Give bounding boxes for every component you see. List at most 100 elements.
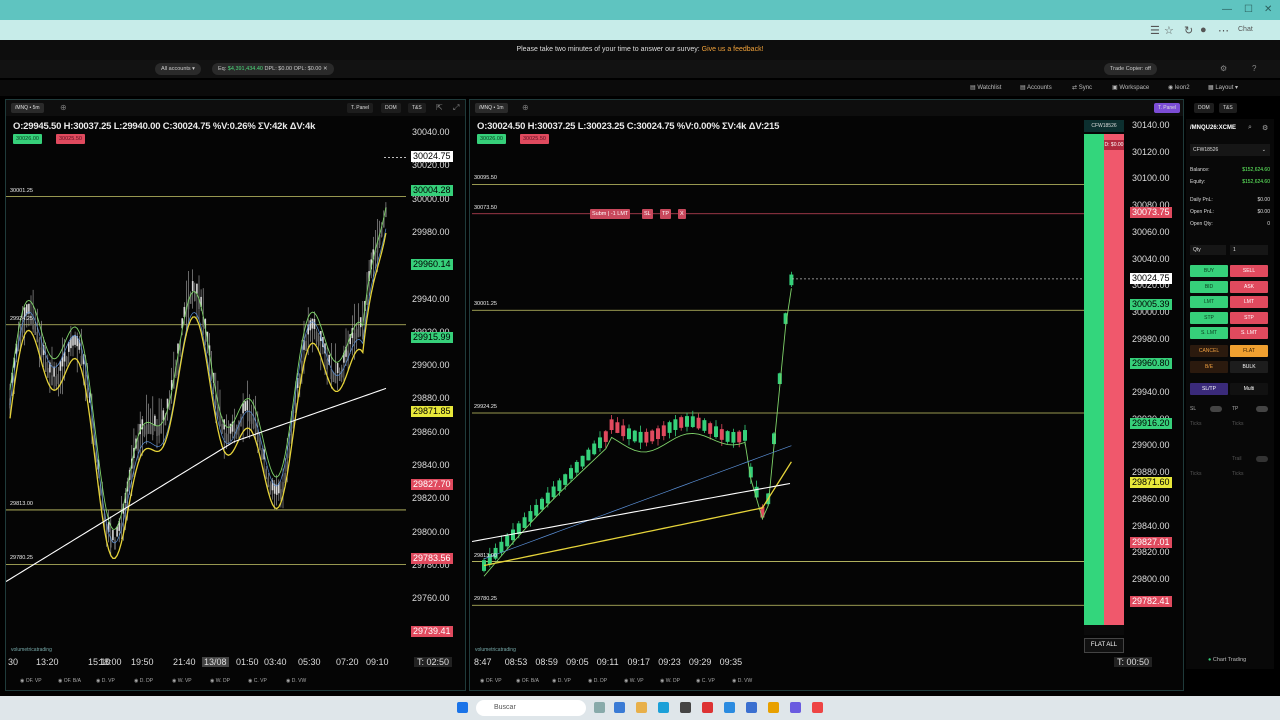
sl-toggle[interactable] bbox=[1210, 406, 1222, 412]
feedback-link[interactable]: Give us a feedback! bbox=[702, 46, 764, 53]
favorite-icon[interactable]: ☆ bbox=[1164, 24, 1174, 37]
buy-side-button[interactable]: LMT bbox=[1190, 296, 1228, 308]
study-toggle[interactable]: ◉ OF. B/A bbox=[58, 678, 81, 684]
expand-icon[interactable]: ⤢ bbox=[453, 103, 459, 113]
account-select[interactable]: CFW18526 ⌄ bbox=[1190, 144, 1270, 156]
layout-button[interactable]: ▦ Layout ▾ bbox=[1208, 84, 1238, 91]
refresh-icon[interactable]: ↻ bbox=[1184, 24, 1193, 37]
study-toggle[interactable]: ◉ W. DP bbox=[210, 678, 230, 684]
order-tag[interactable]: X bbox=[678, 208, 686, 219]
study-toggle[interactable]: ◉ D. VW bbox=[732, 678, 752, 684]
flat-button[interactable]: FLAT bbox=[1230, 345, 1268, 357]
buy-side-button[interactable]: S. LMT bbox=[1190, 327, 1228, 339]
left-ask-badge[interactable]: 30025.50 bbox=[56, 134, 85, 144]
sell-side-button[interactable]: LMT bbox=[1230, 296, 1268, 308]
gear-icon[interactable]: ⚙ bbox=[1262, 124, 1268, 132]
minimize-icon[interactable]: — bbox=[1222, 4, 1232, 15]
study-toggle[interactable]: ◉ W. VP bbox=[624, 678, 644, 684]
buy-side-button[interactable]: STP bbox=[1190, 311, 1228, 324]
cancel-button[interactable]: CANCEL bbox=[1190, 345, 1228, 357]
study-toggle[interactable]: ◉ D. DP bbox=[588, 678, 607, 684]
order-tag[interactable]: SL bbox=[642, 208, 653, 219]
right-bid-badge[interactable]: 30026.00 bbox=[477, 134, 506, 144]
left-tpanel-button[interactable]: T. Panel bbox=[347, 103, 374, 113]
tp-toggle[interactable] bbox=[1256, 406, 1268, 412]
copilot-icon[interactable] bbox=[614, 702, 625, 713]
accounts-button[interactable]: ▤ Accounts bbox=[1020, 84, 1052, 91]
dom-ladder[interactable]: CFW18526 D: $0.00 FLAT ALL bbox=[1084, 120, 1124, 654]
menu-icon[interactable]: ⋯ bbox=[1218, 24, 1229, 37]
breakeven-button[interactable]: B/E bbox=[1190, 361, 1228, 373]
qty-input[interactable]: 1 bbox=[1230, 245, 1268, 255]
order-tag[interactable]: Subm | -1 LMT bbox=[590, 208, 631, 219]
app2-icon[interactable] bbox=[812, 702, 823, 713]
left-bid-badge[interactable]: 30026.00 bbox=[13, 134, 42, 144]
extensions-icon[interactable]: ☰ bbox=[1150, 24, 1160, 37]
explorer-icon[interactable] bbox=[636, 702, 647, 713]
user-button[interactable]: ◉ leon2 bbox=[1168, 84, 1190, 91]
avatar[interactable]: ● bbox=[1200, 24, 1207, 36]
store-icon[interactable] bbox=[680, 702, 691, 713]
study-toggle[interactable]: ◉ OF. VP bbox=[20, 678, 42, 684]
sync-button[interactable]: ⇄ Sync bbox=[1072, 84, 1092, 91]
bulk-button[interactable]: BULK bbox=[1230, 361, 1268, 373]
teams-icon[interactable] bbox=[790, 702, 801, 713]
trade-copier[interactable]: Trade Copier: off bbox=[1104, 63, 1157, 75]
study-toggle[interactable]: ◉ D. VP bbox=[552, 678, 571, 684]
study-toggle[interactable]: ◉ W. VP bbox=[172, 678, 192, 684]
study-toggle[interactable]: ◉ OF. VP bbox=[480, 678, 502, 684]
help-app-icon[interactable] bbox=[724, 702, 735, 713]
sell-side-button[interactable]: S. LMT bbox=[1230, 327, 1268, 339]
right-price-chart[interactable] bbox=[472, 144, 1084, 664]
right-symbol-selector[interactable]: /MNQ • 1m bbox=[475, 103, 508, 113]
study-toggle[interactable]: ◉ W. DP bbox=[660, 678, 680, 684]
multi-tab[interactable]: Multi bbox=[1230, 383, 1268, 395]
close-icon[interactable]: ✕ bbox=[1264, 4, 1272, 15]
right-ts-button[interactable]: T&S bbox=[1219, 103, 1237, 113]
sell-side-button[interactable]: ASK bbox=[1230, 280, 1268, 293]
chrome-icon[interactable] bbox=[768, 702, 779, 713]
windows-start-icon[interactable] bbox=[457, 702, 468, 713]
mail-icon[interactable] bbox=[746, 702, 757, 713]
edge-icon[interactable] bbox=[658, 702, 669, 713]
study-toggle[interactable]: ◉ D. VW bbox=[286, 678, 306, 684]
sltp-tab[interactable]: SL/TP bbox=[1190, 383, 1228, 395]
app-icon[interactable] bbox=[702, 702, 713, 713]
add-icon[interactable]: ⊕ bbox=[60, 103, 67, 112]
study-toggle[interactable]: ◉ OF. B/A bbox=[516, 678, 539, 684]
search-icon[interactable]: ⌕ bbox=[1248, 124, 1252, 132]
flat-all-button[interactable]: FLAT ALL bbox=[1084, 638, 1124, 653]
dom-bid-column[interactable] bbox=[1084, 134, 1104, 634]
task-view-icon[interactable] bbox=[594, 702, 605, 713]
study-toggle[interactable]: ◉ D. DP bbox=[134, 678, 153, 684]
side-symbol[interactable]: /MNQU26:XCME bbox=[1190, 125, 1236, 131]
taskbar-search[interactable]: Buscar bbox=[476, 700, 586, 716]
buy-side-button[interactable]: BID bbox=[1190, 280, 1228, 293]
accounts-dropdown[interactable]: All accounts ▾ bbox=[155, 63, 201, 75]
add-icon[interactable]: ⊕ bbox=[522, 103, 529, 112]
left-price-chart[interactable] bbox=[6, 144, 406, 664]
workspace-button[interactable]: ▣ Workspace bbox=[1112, 84, 1149, 91]
sell-side-button[interactable]: STP bbox=[1230, 311, 1268, 324]
help-icon[interactable]: ? bbox=[1252, 64, 1256, 73]
trail-toggle[interactable] bbox=[1256, 456, 1268, 462]
sell-side-button[interactable]: SELL bbox=[1230, 265, 1268, 277]
right-dom-button[interactable]: DOM bbox=[1194, 103, 1214, 113]
close-icon[interactable]: ✕ bbox=[323, 66, 328, 72]
study-toggle[interactable]: ◉ C. VP bbox=[696, 678, 715, 684]
maximize-icon[interactable]: ☐ bbox=[1244, 4, 1253, 15]
address-bar[interactable] bbox=[0, 20, 1280, 40]
chat-button[interactable]: Chat bbox=[1238, 26, 1253, 33]
settings-icon[interactable]: ⚙ bbox=[1220, 64, 1227, 73]
right-tpanel-button[interactable]: T. Panel bbox=[1154, 103, 1181, 113]
buy-side-button[interactable]: BUY bbox=[1190, 265, 1228, 277]
left-dom-button[interactable]: DOM bbox=[381, 103, 401, 113]
popout-icon[interactable]: ⇱ bbox=[436, 103, 443, 112]
dom-ask-column[interactable] bbox=[1104, 134, 1124, 634]
order-tag[interactable]: TP bbox=[660, 208, 672, 219]
right-ask-badge[interactable]: 30025.50 bbox=[520, 134, 549, 144]
left-ts-button[interactable]: T&S bbox=[408, 103, 426, 113]
study-toggle[interactable]: ◉ D. VP bbox=[96, 678, 115, 684]
left-symbol-selector[interactable]: /MNQ • 5m bbox=[11, 103, 44, 113]
study-toggle[interactable]: ◉ C. VP bbox=[248, 678, 267, 684]
